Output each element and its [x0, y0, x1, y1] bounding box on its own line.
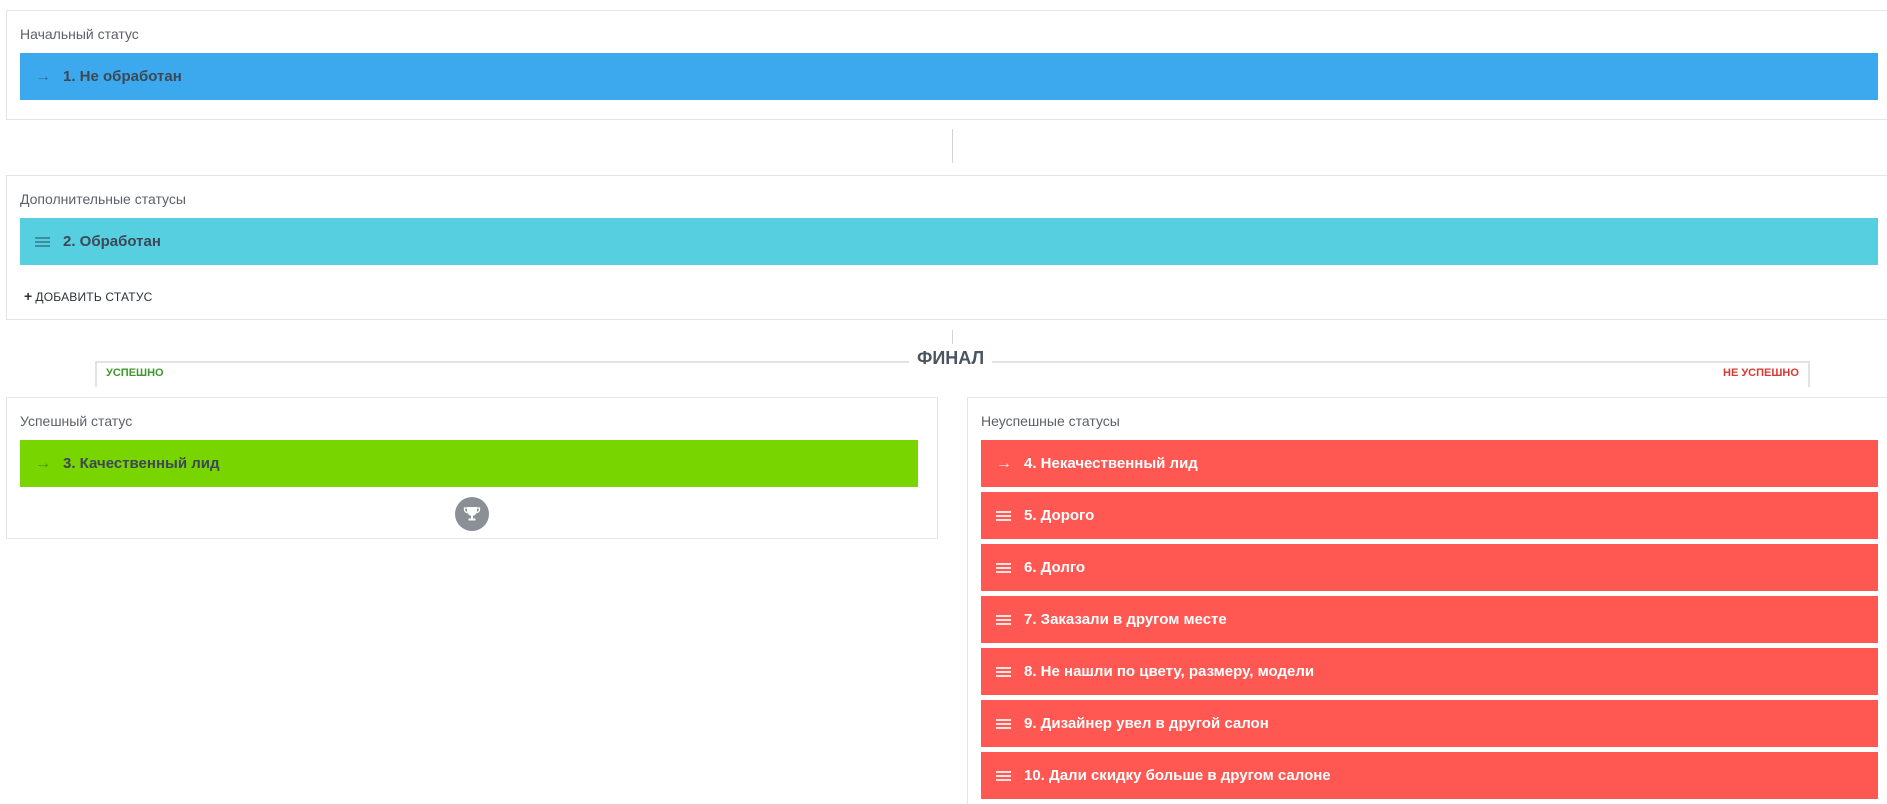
drag-handle-icon[interactable]: [35, 236, 63, 247]
add-status-button[interactable]: + ДОБАВИТЬ СТАТУС: [24, 288, 153, 304]
status-item-1[interactable]: → 1. Не обработан: [20, 53, 1878, 100]
status-item-3[interactable]: → 3. Качественный лид: [20, 440, 918, 487]
drag-handle-icon[interactable]: [996, 510, 1024, 521]
final-title: ФИНАЛ: [909, 348, 993, 369]
plus-icon: +: [24, 288, 33, 304]
status-item-7[interactable]: 7. Заказали в другом месте: [981, 596, 1878, 643]
initial-status-title: Начальный статус: [20, 26, 139, 42]
status-label: 1. Не обработан: [63, 68, 182, 85]
status-item-2[interactable]: 2. Обработан: [20, 218, 1878, 265]
status-label: 6. Долго: [1024, 559, 1086, 576]
status-label: 8. Не нашли по цвету, размеру, модели: [1024, 663, 1315, 680]
status-label: 9. Дизайнер увел в другой салон: [1024, 715, 1269, 732]
status-label: 5. Дорого: [1024, 507, 1095, 524]
status-item-4[interactable]: → 4. Некачественный лид: [981, 440, 1878, 487]
arrow-right-icon: →: [996, 454, 1012, 472]
fail-tab: НЕ УСПЕШНО: [1723, 367, 1799, 379]
drag-handle-icon[interactable]: [996, 666, 1024, 677]
trophy-icon: [455, 497, 489, 531]
drag-handle-icon[interactable]: [996, 562, 1024, 573]
drag-handle-icon[interactable]: [996, 718, 1024, 729]
status-item-5[interactable]: 5. Дорого: [981, 492, 1878, 539]
initial-status-panel: Начальный статус → 1. Не обработан: [6, 10, 1887, 120]
status-item-8[interactable]: 8. Не нашли по цвету, размеру, модели: [981, 648, 1878, 695]
arrow-right-icon: →: [35, 454, 51, 472]
drag-handle-icon[interactable]: [996, 614, 1024, 625]
add-status-label: ДОБАВИТЬ СТАТУС: [35, 290, 153, 304]
status-label: 4. Некачественный лид: [1024, 455, 1198, 472]
status-item-10[interactable]: 10. Дали скидку больше в другом салоне: [981, 752, 1878, 799]
connector-line: [952, 330, 953, 344]
status-label: 7. Заказали в другом месте: [1024, 611, 1227, 628]
status-label: 2. Обработан: [63, 233, 161, 250]
additional-status-panel: Дополнительные статусы 2. Обработан + ДОБ…: [6, 175, 1887, 320]
success-status-title: Успешный статус: [20, 413, 133, 429]
failure-status-title: Неуспешные статусы: [981, 413, 1120, 429]
failure-status-panel: Неуспешные статусы → 4. Некачественный л…: [967, 397, 1887, 804]
connector-line: [952, 129, 953, 163]
additional-status-title: Дополнительные статусы: [20, 191, 186, 207]
status-item-9[interactable]: 9. Дизайнер увел в другой салон: [981, 700, 1878, 747]
status-label: 10. Дали скидку больше в другом салоне: [1024, 767, 1331, 784]
drag-handle-icon[interactable]: [996, 770, 1024, 781]
success-tab: УСПЕШНО: [106, 367, 164, 379]
status-label: 3. Качественный лид: [63, 455, 220, 472]
status-item-6[interactable]: 6. Долго: [981, 544, 1878, 591]
arrow-right-icon: →: [35, 67, 51, 85]
